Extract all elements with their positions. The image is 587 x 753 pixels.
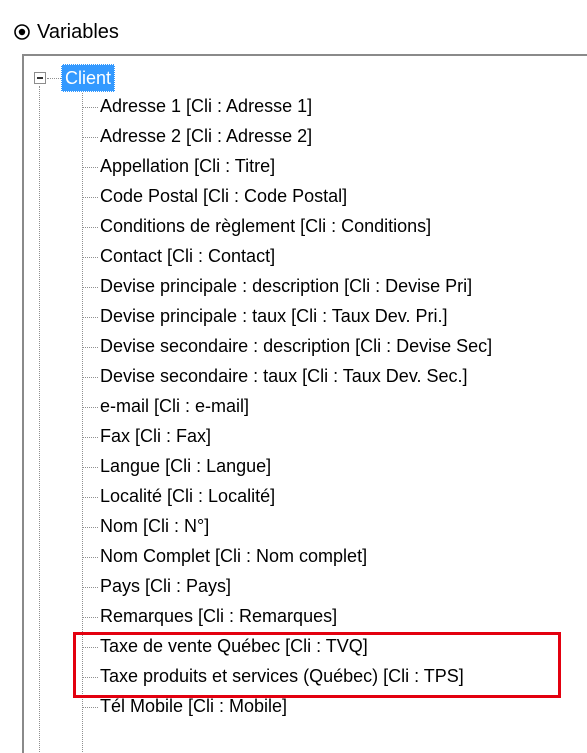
tree-branch-line (82, 526, 98, 528)
tree-branch-line (82, 196, 98, 198)
tree-branch-line (82, 466, 98, 468)
tree-item[interactable]: Adresse 2 [Cli : Adresse 2] (82, 123, 312, 149)
collapse-minus-icon[interactable] (34, 72, 46, 84)
tree-item-label: Devise secondaire : description [Cli : D… (100, 336, 493, 356)
variables-window: Variables Client Adresse 1 [Cli : Adress… (0, 0, 587, 753)
tree-branch-line (82, 346, 98, 348)
window-title: Variables (37, 21, 119, 43)
tree-item[interactable]: Nom Complet [Cli : Nom complet] (82, 543, 367, 569)
tree-item[interactable]: Appellation [Cli : Titre] (82, 153, 275, 179)
tree-branch-line (82, 136, 98, 138)
tree-item-label: Taxe produits et services (Québec) [Cli … (100, 666, 464, 686)
tree-item-label: Localité [Cli : Localité] (100, 486, 276, 506)
tree-item-label: Appellation [Cli : Titre] (100, 156, 276, 176)
tree-item[interactable]: Localité [Cli : Localité] (82, 483, 275, 509)
tree-branch-line (82, 106, 98, 108)
tree-item-label: Devise principale : taux [Cli : Taux Dev… (100, 306, 448, 326)
tree-connector-line (47, 78, 61, 79)
tree-item-label: e-mail [Cli : e-mail] (100, 396, 250, 416)
tree-item[interactable]: Remarques [Cli : Remarques] (82, 603, 337, 629)
tree-item[interactable]: Taxe de vente Québec [Cli : TVQ] (82, 633, 368, 659)
tree-item[interactable]: Nom [Cli : N°] (82, 513, 209, 539)
tree-branch-line (82, 436, 98, 438)
tree-item-label: Nom Complet [Cli : Nom complet] (100, 546, 368, 566)
tree-item-label: Code Postal [Cli : Code Postal] (100, 186, 348, 206)
tree-item[interactable]: Devise principale : description [Cli : D… (82, 273, 472, 299)
tree-item[interactable]: Conditions de règlement [Cli : Condition… (82, 213, 431, 239)
tree-branch-line (82, 376, 98, 378)
tree-item-label: Nom [Cli : N°] (100, 516, 210, 536)
tree-item-label: Pays [Cli : Pays] (100, 576, 232, 596)
tree-branch-line (82, 166, 98, 168)
tree-branch-line (82, 616, 98, 618)
tree-item-label: Langue [Cli : Langue] (100, 456, 272, 476)
tree-item[interactable]: e-mail [Cli : e-mail] (82, 393, 249, 419)
tree-item-label: Conditions de règlement [Cli : Condition… (100, 216, 432, 236)
radio-circle-icon (14, 24, 30, 40)
title-bar: Variables (0, 0, 587, 55)
tree-item[interactable]: Devise principale : taux [Cli : Taux Dev… (82, 303, 447, 329)
tree-branch-line (82, 496, 98, 498)
tree-item[interactable]: Code Postal [Cli : Code Postal] (82, 183, 347, 209)
tree-item[interactable]: Devise secondaire : taux [Cli : Taux Dev… (82, 363, 468, 389)
tree-branch-line (82, 316, 98, 318)
tree-branch-line (82, 556, 98, 558)
tree-branch-line (82, 406, 98, 408)
tree-item-label: Taxe de vente Québec [Cli : TVQ] (100, 636, 368, 656)
tree-item-label: Remarques [Cli : Remarques] (100, 606, 338, 626)
tree-item[interactable]: Adresse 1 [Cli : Adresse 1] (82, 93, 312, 119)
tree-branch-line (82, 646, 98, 648)
tree-connector-line (39, 86, 40, 753)
tree-branch-line (82, 286, 98, 288)
tree-item-label: Fax [Cli : Fax] (100, 426, 212, 446)
tree-item-label: Tél Mobile [Cli : Mobile] (100, 696, 288, 716)
tree-item[interactable]: Langue [Cli : Langue] (82, 453, 271, 479)
tree-item-label: Devise secondaire : taux [Cli : Taux Dev… (100, 366, 468, 386)
tree-item[interactable]: Pays [Cli : Pays] (82, 573, 231, 599)
tree-item-label: Contact [Cli : Contact] (100, 246, 276, 266)
tree-item[interactable]: Tél Mobile [Cli : Mobile] (82, 693, 287, 719)
tree-item[interactable]: Contact [Cli : Contact] (82, 243, 275, 269)
tree-item-label: Adresse 2 [Cli : Adresse 2] (100, 126, 313, 146)
tree-node-client[interactable]: Client (61, 64, 116, 92)
tree-branch-line (82, 706, 98, 708)
tree-item-label: Adresse 1 [Cli : Adresse 1] (100, 96, 313, 116)
tree-branch-line (82, 586, 98, 588)
tree-item[interactable]: Devise secondaire : description [Cli : D… (82, 333, 492, 359)
tree-branch-line (82, 676, 98, 678)
tree-item[interactable]: Fax [Cli : Fax] (82, 423, 211, 449)
tree-item-label: Devise principale : description [Cli : D… (100, 276, 473, 296)
tree-item[interactable]: Taxe produits et services (Québec) [Cli … (82, 663, 464, 689)
tree-branch-line (82, 256, 98, 258)
tree-branch-line (82, 226, 98, 228)
